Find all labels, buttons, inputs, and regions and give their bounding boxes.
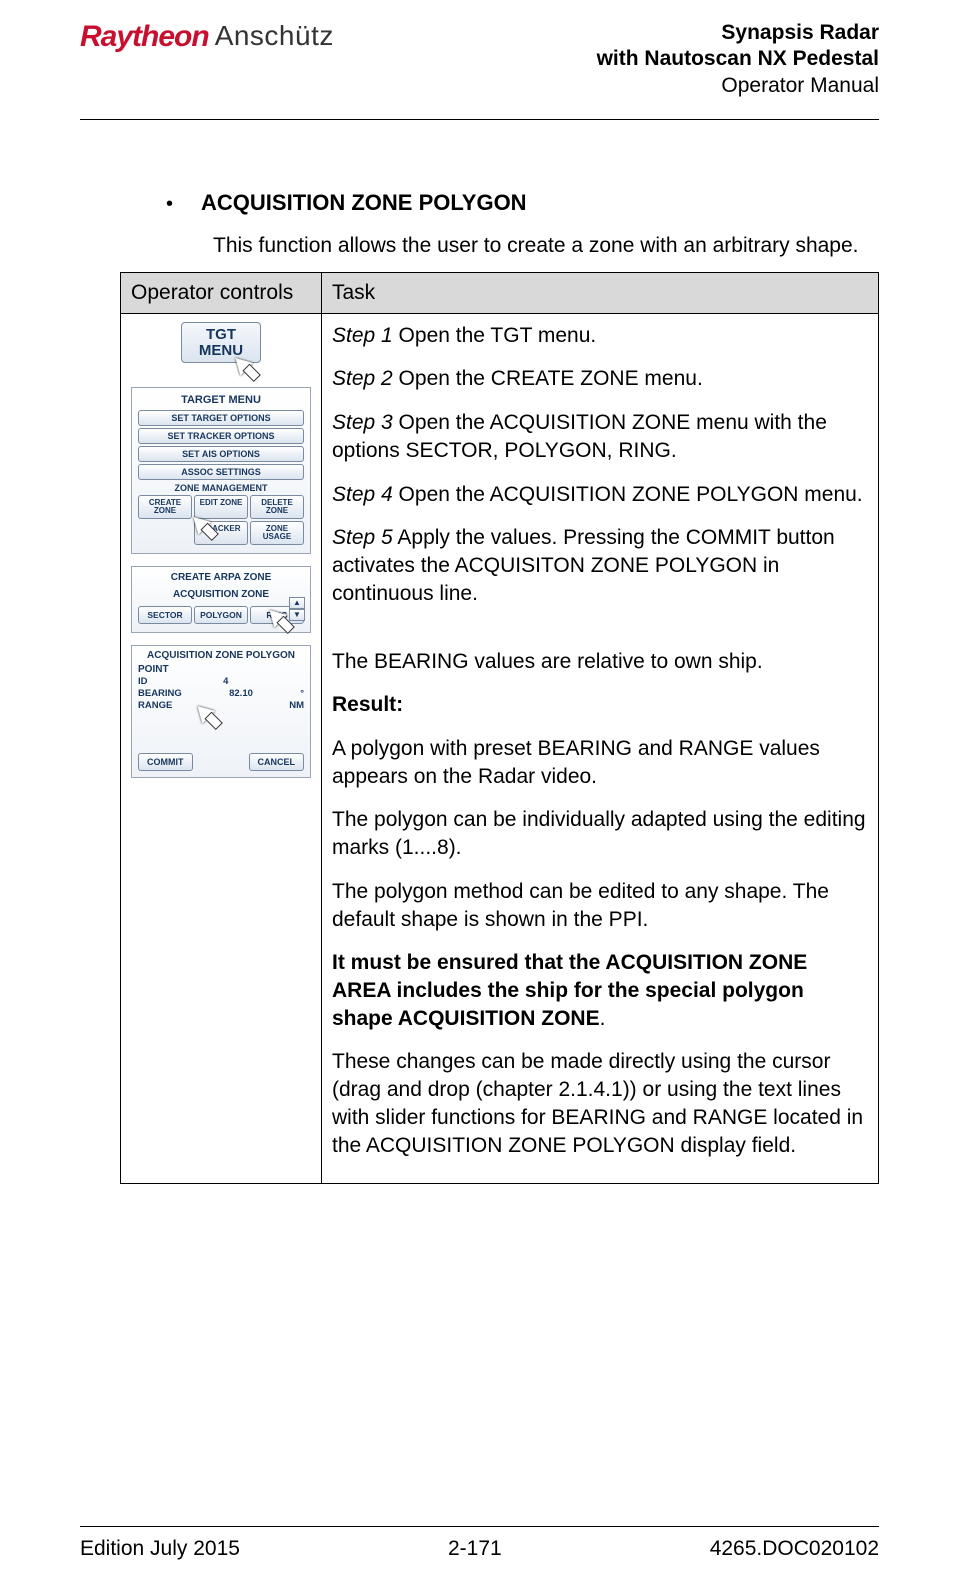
tgt-menu-button[interactable]: TGT MENU [181,322,261,364]
arpa-title: CREATE ARPA ZONE [136,572,306,583]
result-3: The polygon method can be edited to any … [332,878,868,933]
result-heading: Result: [332,691,868,719]
zone-management-label: ZONE MANAGEMENT [136,483,306,493]
th-task: Task [322,272,879,313]
acquisition-zone-label: ACQUISITION ZONE [136,589,306,600]
procedure-table: Operator controls Task TGT MENU TARGET M… [120,272,879,1185]
sector-button[interactable]: SECTOR [138,606,192,624]
brand-raytheon: Raytheon [80,20,209,54]
document-title-block: Synapsis Radar with Nautoscan NX Pedesta… [597,20,879,99]
header-rule [80,119,879,120]
create-arpa-zone-panel: CREATE ARPA ZONE ACQUISITION ZONE ▲ ▼ SE… [131,566,311,633]
target-menu-panel: TARGET MENU SET TARGET OPTIONS SET TRACK… [131,387,311,554]
acquisition-zone-polygon-panel: ACQUISITION ZONE POLYGON POINT ID 4 BEAR… [131,645,311,778]
operator-controls-cell: TGT MENU TARGET MENU SET TARGET OPTIONS … [121,313,322,1184]
section-intro: This function allows the user to create … [213,234,879,258]
section-heading: • ACQUISITION ZONE POLYGON [120,190,879,216]
bearing-note: The BEARING values are relative to own s… [332,648,868,676]
brand-anschutz: Anschütz [215,20,334,52]
target-menu-title: TARGET MENU [136,394,306,406]
footer-doc-id: 4265.DOC020102 [710,1537,879,1561]
brand-logo: Raytheon Anschütz [80,20,334,54]
spin-up-icon[interactable]: ▲ [289,597,305,609]
task-cell: Step 1 Open the TGT menu. Step 2 Open th… [322,313,879,1184]
set-target-options-button[interactable]: SET TARGET OPTIONS [138,410,304,426]
footer-page-number: 2-171 [448,1537,502,1561]
result-4: It must be ensured that the ACQUISITION … [332,949,868,1032]
range-unit: NM [289,700,304,711]
assoc-settings-button[interactable]: ASSOC SETTINGS [138,464,304,480]
polygon-button[interactable]: POLYGON [194,606,248,624]
step-5: Step 5 Apply the values. Pressing the CO… [332,524,868,607]
bearing-value: 82.10 [229,688,253,699]
doc-title-line3: Operator Manual [597,73,879,99]
polygon-row-id: ID 4 [138,676,304,687]
set-ais-options-button[interactable]: SET AIS OPTIONS [138,446,304,462]
set-tracker-options-button[interactable]: SET TRACKER OPTIONS [138,428,304,444]
bullet-icon: • [166,194,173,214]
commit-button[interactable]: COMMIT [138,753,193,771]
range-label: RANGE [138,700,172,711]
tgt-menu-line1: TGT [182,327,260,343]
th-operator-controls: Operator controls [121,272,322,313]
doc-title-line1: Synapsis Radar [597,20,879,46]
result-2: The polygon can be individually adapted … [332,806,868,861]
polygon-panel-title: ACQUISITION ZONE POLYGON [138,650,304,661]
delete-zone-button[interactable]: DELETE ZONE [250,495,304,519]
page-content: • ACQUISITION ZONE POLYGON This function… [80,190,879,1185]
cancel-button[interactable]: CANCEL [249,753,305,771]
zone-usage-button[interactable]: ZONE USAGE [250,521,304,545]
point-label: POINT [138,664,304,675]
section-heading-text: ACQUISITION ZONE POLYGON [201,190,527,216]
result-1: A polygon with preset BEARING and RANGE … [332,735,868,790]
id-label: ID [138,676,148,687]
step-2: Step 2 Open the CREATE ZONE menu. [332,365,868,393]
step-4: Step 4 Open the ACQUISITION ZONE POLYGON… [332,481,868,509]
bearing-label: BEARING [138,688,182,699]
step-3: Step 3 Open the ACQUISITION ZONE menu wi… [332,409,868,464]
doc-title-line2: with Nautoscan NX Pedestal [597,46,879,72]
step-1: Step 1 Open the TGT menu. [332,322,868,350]
footer-edition: Edition July 2015 [80,1537,240,1561]
id-value: 4 [223,676,228,687]
polygon-row-bearing: BEARING 82.10 ° [138,688,304,699]
page-header: Raytheon Anschütz Synapsis Radar with Na… [80,20,879,107]
create-zone-button[interactable]: CREATE ZONE [138,495,192,519]
bearing-unit: ° [300,688,304,699]
result-5: These changes can be made directly using… [332,1048,868,1159]
page-footer: Edition July 2015 2-171 4265.DOC020102 [80,1527,879,1561]
